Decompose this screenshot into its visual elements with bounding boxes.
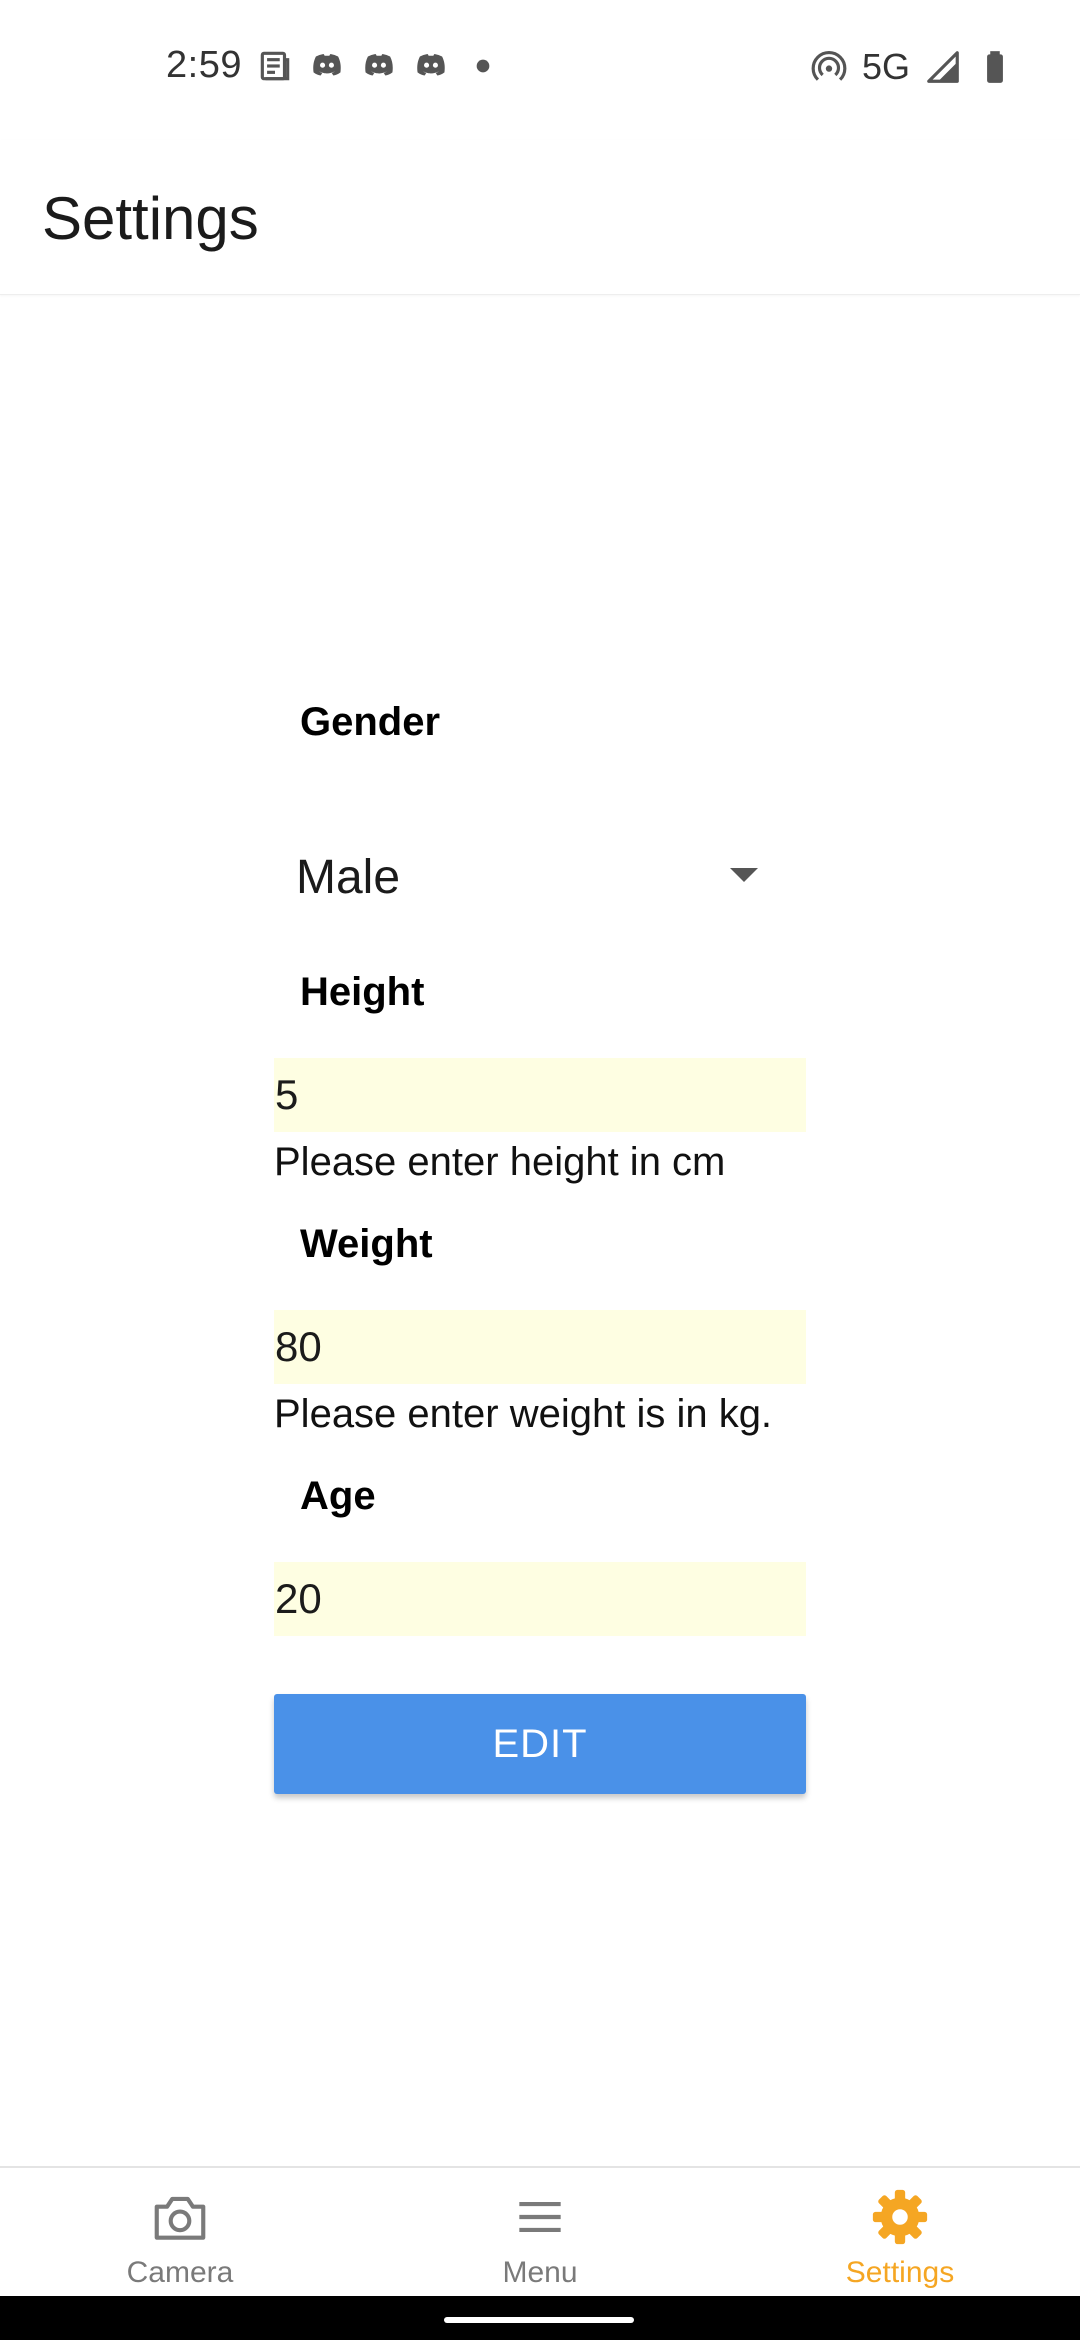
home-gesture-handle[interactable]	[444, 2317, 634, 2323]
gender-select-value: Male	[296, 851, 401, 904]
page-title: Settings	[42, 185, 259, 252]
nav-item-camera[interactable]: Camera	[60, 2168, 300, 2298]
hotspot-icon	[810, 48, 848, 86]
bottom-nav: Camera Menu Settings	[0, 2166, 1080, 2298]
height-label: Height	[300, 970, 425, 1014]
age-input[interactable]	[274, 1562, 806, 1636]
discord-icon	[360, 47, 398, 85]
height-helper-text: Please enter height in cm	[274, 1140, 726, 1184]
news-icon	[256, 47, 294, 85]
screen: 2:59 5G Settings Gender Male Height 5 Pl…	[0, 0, 1080, 2340]
edit-button[interactable]: EDIT	[274, 1694, 806, 1794]
dot-icon	[464, 47, 502, 85]
app-bar: Settings	[0, 140, 1080, 295]
height-input[interactable]	[274, 1058, 806, 1132]
weight-helper-text: Please enter weight is in kg.	[274, 1392, 773, 1436]
nav-item-menu[interactable]: Menu	[420, 2168, 660, 2298]
status-left: 2:59	[166, 44, 502, 87]
nav-label-settings: Settings	[845, 2256, 955, 2289]
nav-item-settings[interactable]: Settings	[780, 2168, 1020, 2298]
gesture-bar	[0, 2296, 1080, 2340]
age-label: Age	[300, 1474, 376, 1518]
discord-icon	[308, 47, 346, 85]
gear-icon	[869, 2186, 931, 2248]
gender-select[interactable]: Male	[274, 828, 806, 928]
weight-input[interactable]	[274, 1310, 806, 1384]
discord-icon	[412, 47, 450, 85]
network-label: 5G	[861, 46, 910, 87]
signal-icon	[924, 48, 962, 86]
nav-label-menu: Menu	[502, 2256, 578, 2289]
gender-label: Gender	[300, 700, 441, 744]
camera-icon	[149, 2186, 211, 2248]
chevron-down-icon	[730, 868, 758, 882]
status-time: 2:59	[166, 44, 242, 86]
menu-icon	[509, 2186, 571, 2248]
nav-label-camera: Camera	[126, 2256, 234, 2289]
status-right: 5G	[810, 46, 1014, 88]
status-bar: 2:59 5G	[0, 0, 1080, 140]
weight-label: Weight	[300, 1222, 433, 1266]
battery-icon	[976, 48, 1014, 86]
